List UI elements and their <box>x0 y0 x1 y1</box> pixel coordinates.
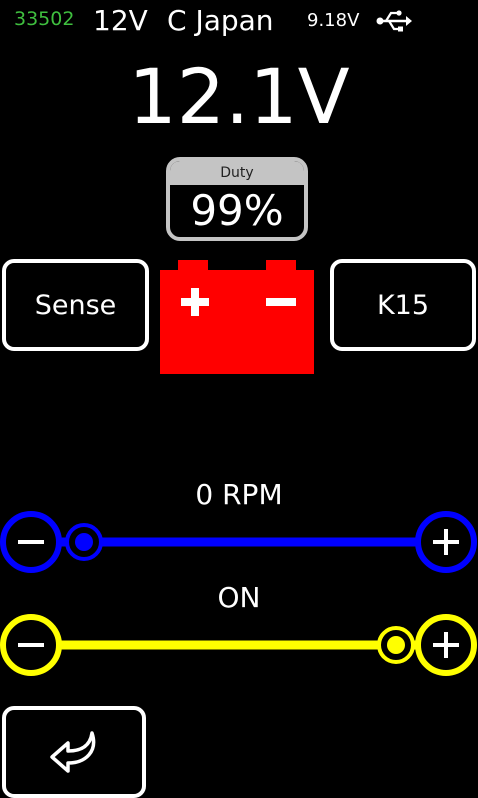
sense-button[interactable]: Sense <box>2 259 149 351</box>
ignition-plus-button[interactable] <box>415 614 477 676</box>
back-arrow-icon <box>50 731 96 773</box>
battery-icon <box>160 260 314 374</box>
duty-value: 99% <box>190 186 284 235</box>
ignition-slider[interactable] <box>0 610 478 680</box>
main-voltage-readout: 12.1V <box>128 52 350 141</box>
system-voltage: 12V <box>93 4 148 37</box>
ignition-minus-button[interactable] <box>0 614 62 676</box>
rpm-slider-handle[interactable] <box>65 523 103 561</box>
usb-icon <box>376 10 412 32</box>
duty-label: Duty <box>170 161 304 185</box>
status-counter: 33502 <box>14 8 75 30</box>
back-button[interactable] <box>2 706 146 798</box>
usb-voltage: 9.18V <box>307 10 360 31</box>
duty-display: Duty 99% <box>166 157 308 241</box>
ignition-slider-handle[interactable] <box>377 626 415 664</box>
region-label: C Japan <box>167 4 274 37</box>
rpm-plus-button[interactable] <box>415 511 477 573</box>
k15-button[interactable]: K15 <box>330 259 476 351</box>
rpm-minus-button[interactable] <box>0 511 62 573</box>
rpm-slider[interactable] <box>0 507 478 577</box>
minus-terminal-icon <box>266 298 296 306</box>
